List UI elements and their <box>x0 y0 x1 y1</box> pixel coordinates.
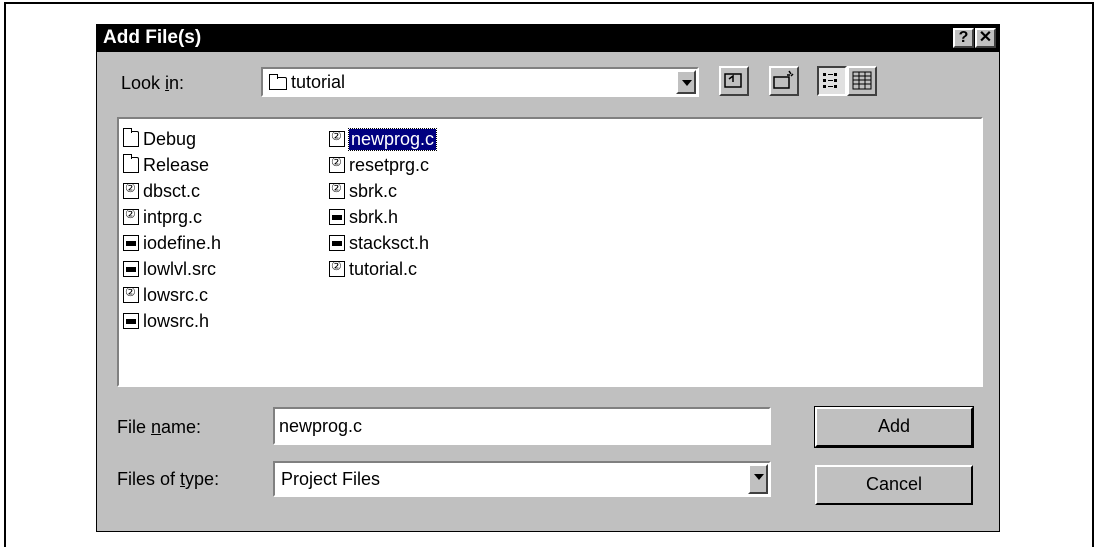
list-view-icon <box>823 73 837 88</box>
title-bar: Add File(s) ? ✕ <box>97 25 999 52</box>
folder-icon <box>269 74 287 90</box>
file-list-item-label: newprog.c <box>347 127 438 151</box>
file-list-item-label: resetprg.c <box>349 154 430 175</box>
file-list-item[interactable]: lowsrc.c <box>123 283 208 307</box>
file-type-dropdown-button[interactable] <box>748 464 768 494</box>
file-name-value: newprog.c <box>279 416 363 436</box>
list-view-button[interactable] <box>817 66 847 96</box>
file-list-item[interactable]: resetprg.c <box>329 153 429 177</box>
file-list-item[interactable]: tutorial.c <box>329 257 417 281</box>
file-list[interactable]: Debug Release dbsct.c intprg.c iodefine.h low… <box>117 117 983 387</box>
look-in-dropdown-button[interactable] <box>676 70 696 94</box>
up-one-level-button[interactable] <box>719 66 749 96</box>
file-list-item[interactable]: iodefine.h <box>123 231 221 255</box>
file-icon <box>123 207 139 225</box>
new-folder-icon <box>773 70 794 89</box>
dialog-title: Add File(s) <box>103 27 202 48</box>
file-list-item-label: Debug <box>143 128 197 149</box>
file-list-item[interactable]: dbsct.c <box>123 179 200 203</box>
file-type-dropdown[interactable]: Project Files <box>273 461 771 497</box>
file-icon <box>329 181 345 199</box>
help-button[interactable]: ? <box>953 28 974 48</box>
file-icon <box>123 261 139 277</box>
file-list-item-label: sbrk.h <box>349 206 399 227</box>
file-icon <box>123 181 139 199</box>
add-files-dialog: Add File(s) ? ✕ Look in: tutorial Debug … <box>96 24 1000 532</box>
file-list-item[interactable]: Debug <box>123 127 196 151</box>
close-button[interactable]: ✕ <box>975 28 996 48</box>
file-name-label: File name: <box>117 417 202 437</box>
new-folder-button[interactable] <box>769 66 799 96</box>
file-icon <box>329 129 345 147</box>
file-list-item-label: tutorial.c <box>349 258 418 279</box>
file-list-item[interactable]: sbrk.h <box>329 205 398 229</box>
add-button[interactable]: Add <box>814 406 974 448</box>
file-icon <box>329 259 345 277</box>
file-list-item[interactable]: Release <box>123 153 209 177</box>
file-list-item[interactable]: stacksct.h <box>329 231 429 255</box>
file-icon <box>329 155 345 173</box>
file-list-item[interactable]: lowlvl.src <box>123 257 216 281</box>
look-in-label: Look in: <box>121 73 185 93</box>
file-list-item-label: lowlvl.src <box>143 258 217 279</box>
file-list-item-label: dbsct.c <box>143 180 201 201</box>
file-list-item[interactable]: sbrk.c <box>329 179 397 203</box>
details-view-button[interactable] <box>847 66 877 96</box>
file-list-item-label: sbrk.c <box>349 180 398 201</box>
file-list-item-label: iodefine.h <box>143 232 222 253</box>
file-icon <box>123 285 139 303</box>
look-in-dropdown[interactable]: tutorial <box>261 67 699 97</box>
file-type-value: Project Files <box>281 469 381 489</box>
file-type-label: Files of type: <box>117 469 220 489</box>
file-list-item-label: lowsrc.h <box>143 310 210 331</box>
file-icon <box>123 313 139 329</box>
file-list-item-label: stacksct.h <box>349 232 430 253</box>
file-icon <box>329 235 345 251</box>
up-folder-icon <box>724 73 742 88</box>
file-list-item[interactable]: lowsrc.h <box>123 309 209 333</box>
file-list-item-label: intprg.c <box>143 206 203 227</box>
folder-icon <box>123 154 139 173</box>
look-in-value: tutorial <box>291 72 346 92</box>
file-name-input[interactable]: newprog.c <box>273 407 771 445</box>
file-icon <box>329 209 345 225</box>
file-icon <box>123 235 139 251</box>
cancel-button[interactable]: Cancel <box>815 465 973 505</box>
folder-icon <box>123 128 139 147</box>
file-list-item[interactable]: newprog.c <box>329 127 438 151</box>
details-view-icon <box>852 71 872 90</box>
file-list-item[interactable]: intprg.c <box>123 205 202 229</box>
file-list-item-label: lowsrc.c <box>143 284 209 305</box>
file-list-item-label: Release <box>143 154 210 175</box>
